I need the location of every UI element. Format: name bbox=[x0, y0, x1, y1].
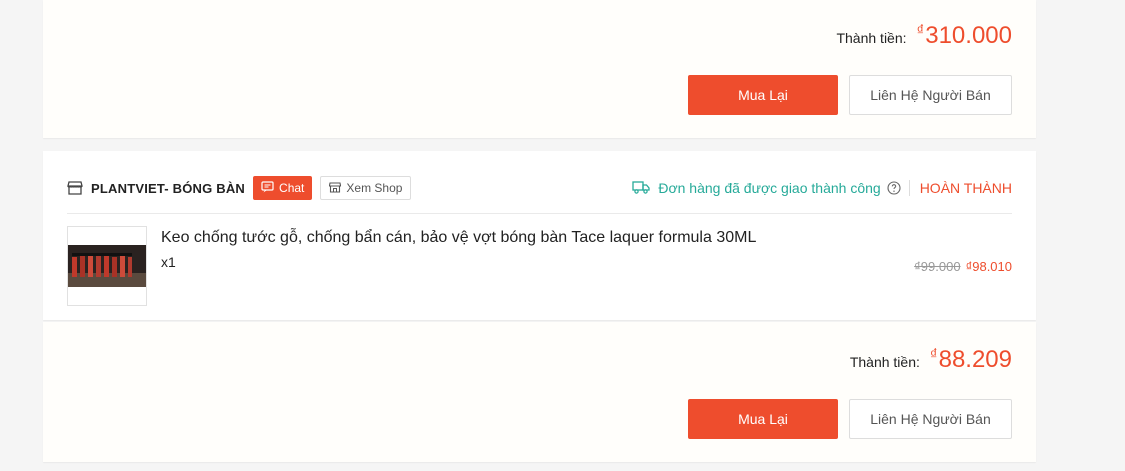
delivery-status[interactable]: Đơn hàng đã được giao thành công bbox=[632, 180, 881, 197]
chat-icon bbox=[261, 180, 274, 196]
contact-seller-button[interactable]: Liên Hệ Người Bán bbox=[849, 75, 1012, 115]
order-total-card-1: Thành tiền: ₫310.000 Mua Lại Liên Hệ Ngư… bbox=[43, 0, 1036, 138]
product-name[interactable]: Keo chống tước gỗ, chống bẩn cán, bảo vệ… bbox=[161, 229, 756, 247]
order-total-value: ₫310.000 bbox=[917, 22, 1012, 50]
shop-header: PLANTVIET- BÓNG BÀN Chat Xem Shop Đơn hà… bbox=[67, 171, 1012, 205]
order-total-card-2: Thành tiền: ₫88.209 Mua Lại Liên Hệ Ngườ… bbox=[43, 322, 1036, 462]
order-total-row: Thành tiền: ₫310.000 bbox=[836, 22, 1012, 50]
price-area: ₫99.000 ₫98.010 bbox=[914, 259, 1012, 274]
product-quantity: x1 bbox=[161, 254, 176, 270]
help-icon[interactable] bbox=[887, 181, 901, 195]
product-thumbnail[interactable] bbox=[67, 226, 147, 306]
current-price: ₫98.010 bbox=[965, 259, 1012, 274]
delivery-status-text: Đơn hàng đã được giao thành công bbox=[658, 180, 881, 196]
shop-icon bbox=[67, 180, 83, 196]
order-total-amount: 310.000 bbox=[925, 22, 1012, 49]
rebuy-button[interactable]: Mua Lại bbox=[688, 399, 838, 439]
order-total-label: Thành tiền: bbox=[849, 354, 920, 370]
divider bbox=[67, 213, 1012, 214]
order-card: PLANTVIET- BÓNG BÀN Chat Xem Shop Đơn hà… bbox=[43, 151, 1036, 320]
view-shop-button[interactable]: Xem Shop bbox=[320, 176, 412, 200]
currency-symbol: ₫ bbox=[916, 22, 925, 39]
order-status: HOÀN THÀNH bbox=[919, 180, 1012, 196]
order-total-amount: 88.209 bbox=[938, 346, 1012, 373]
chat-button[interactable]: Chat bbox=[253, 176, 313, 200]
rebuy-button[interactable]: Mua Lại bbox=[688, 75, 838, 115]
order-total-value: ₫88.209 bbox=[930, 346, 1012, 374]
status-divider bbox=[908, 180, 910, 196]
view-shop-label: Xem Shop bbox=[346, 181, 403, 195]
order-total-row: Thành tiền: ₫88.209 bbox=[850, 346, 1012, 374]
store-icon bbox=[329, 181, 342, 196]
original-price: ₫99.000 bbox=[914, 259, 961, 274]
status-area: Đơn hàng đã được giao thành công HOÀN TH… bbox=[632, 180, 1012, 197]
truck-icon bbox=[632, 180, 650, 197]
shop-name[interactable]: PLANTVIET- BÓNG BÀN bbox=[91, 181, 245, 196]
contact-seller-button[interactable]: Liên Hệ Người Bán bbox=[849, 399, 1012, 439]
order-total-label: Thành tiền: bbox=[836, 30, 907, 46]
currency-symbol: ₫ bbox=[929, 346, 938, 363]
chat-button-label: Chat bbox=[279, 181, 305, 195]
